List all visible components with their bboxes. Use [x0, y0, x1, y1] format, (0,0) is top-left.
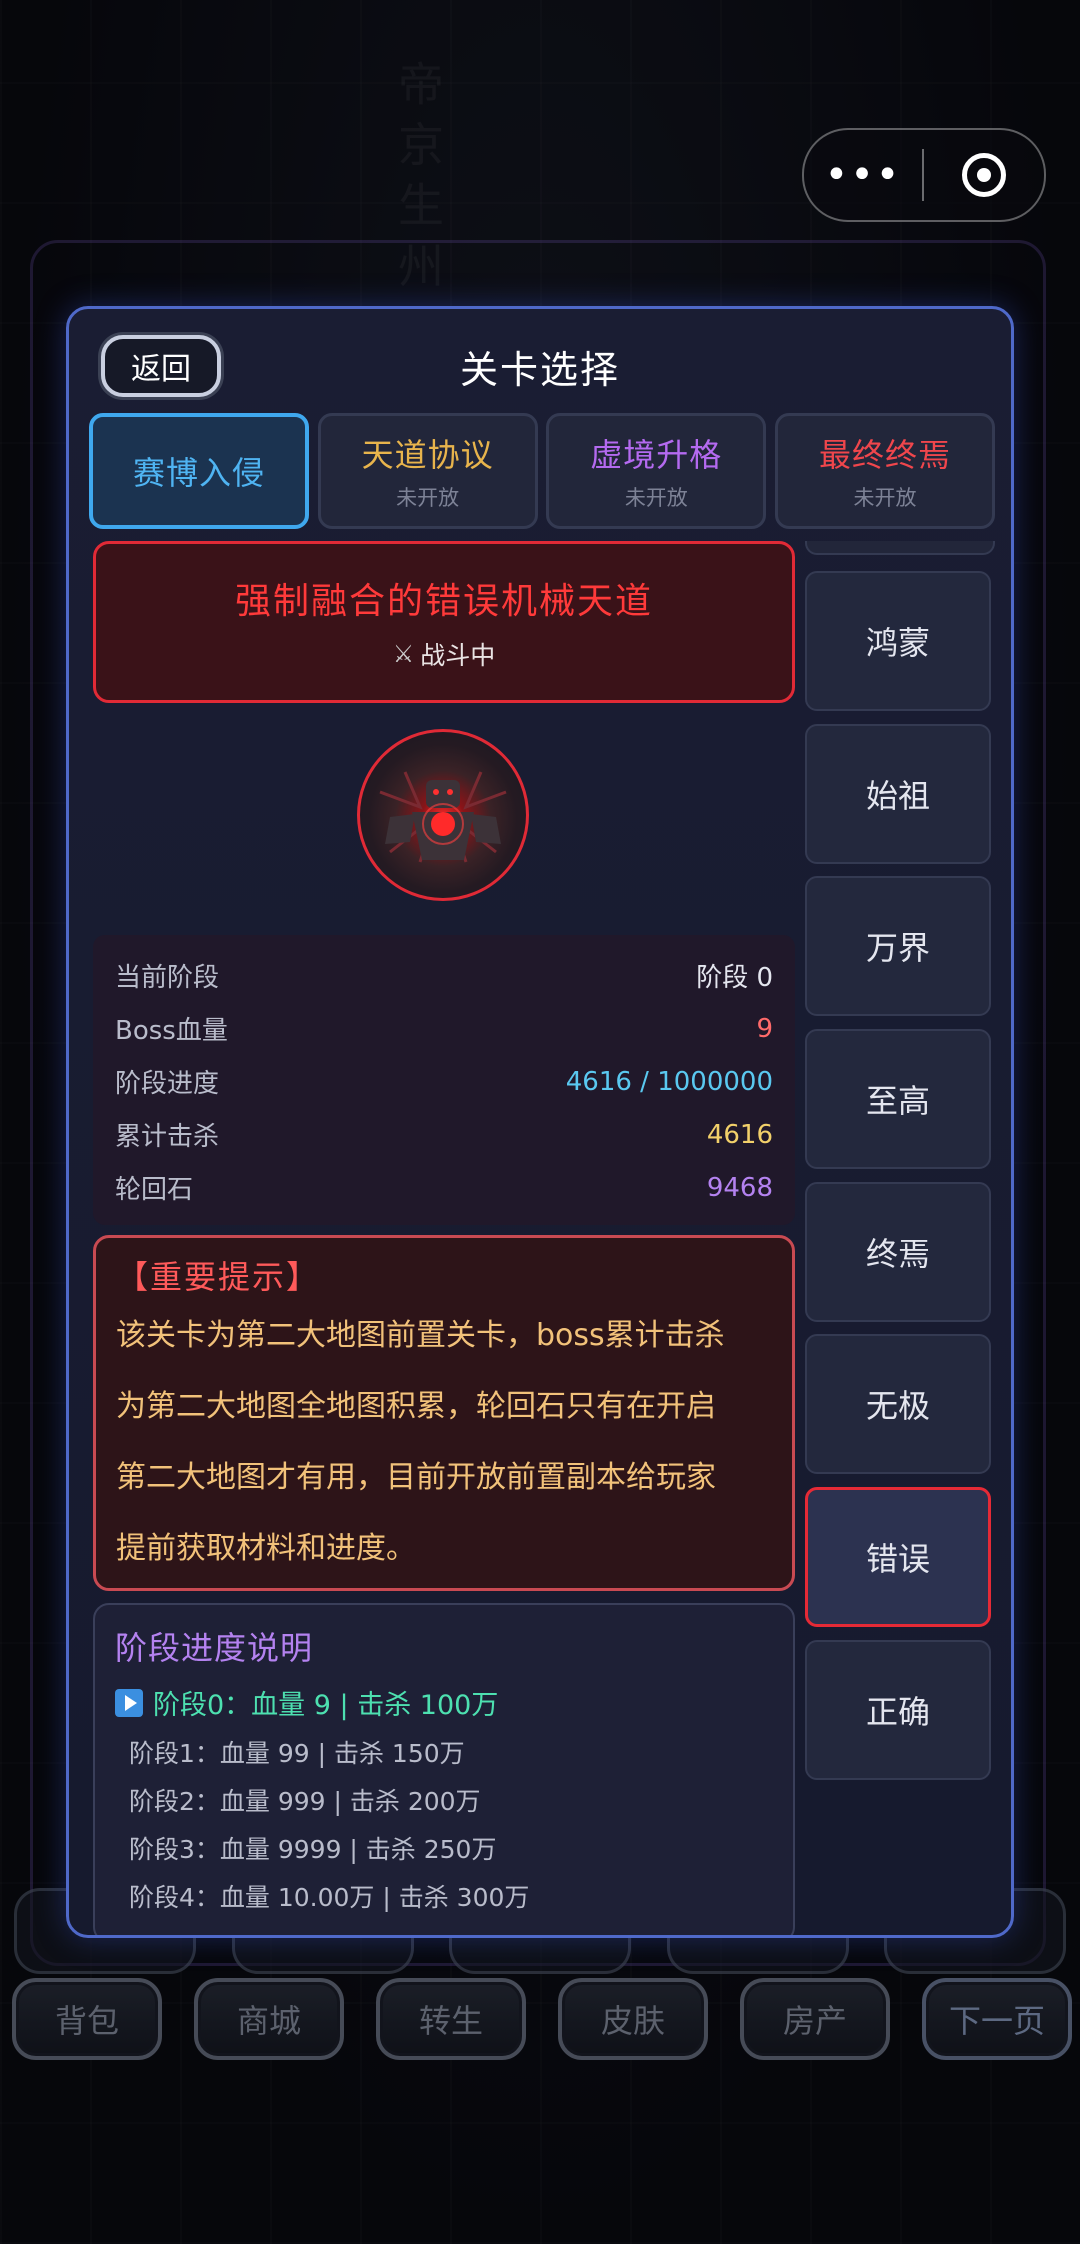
stat-current-stage: 当前阶段 阶段 0	[115, 949, 773, 1002]
stat-boss-hp: Boss血量 9	[115, 1002, 773, 1055]
tab-label: 赛博入侵	[132, 454, 265, 492]
map-item-hongmeng[interactable]: 鸿蒙	[805, 571, 991, 711]
map-list[interactable]: 鸿蒙 始祖 万界 至高 终焉 无极 错误 正确	[805, 541, 995, 1935]
miniprogram-capsule: •••	[802, 128, 1046, 222]
tab-label: 虚境升格	[590, 436, 723, 474]
boss-name: 强制融合的错误机械天道	[234, 581, 653, 622]
notice-title: 【重要提示】	[116, 1258, 321, 1296]
tab-cyber-invasion[interactable]: 赛博入侵	[89, 413, 309, 529]
crossed-swords-icon: ⚔	[392, 640, 415, 668]
stat-label: 累计击杀	[115, 1122, 220, 1152]
stat-value: 9	[756, 1013, 773, 1044]
notice-line: 提前获取材料和进度。	[116, 1531, 416, 1566]
phase-current: 阶段0：血量 9 | 击杀 100万	[115, 1683, 773, 1722]
phase-line: 阶段3：血量 9999 | 击杀 250万	[129, 1835, 497, 1864]
boss-stats-panel: 当前阶段 阶段 0 Boss血量 9 阶段进度 4616 / 1000000 累…	[93, 935, 795, 1225]
boss-status: ⚔ 战斗中	[393, 636, 496, 672]
map-item-wanjie[interactable]: 万界	[805, 876, 991, 1016]
boss-banner: 强制融合的错误机械天道 ⚔ 战斗中	[93, 541, 795, 703]
map-item-zhengque[interactable]: 正确	[805, 1640, 991, 1780]
stat-value: 4616 / 1000000	[565, 1066, 773, 1097]
chapter-tabs: 赛博入侵 天道协议 未开放 虚境升格 未开放 最终终焉 未开放	[89, 413, 995, 529]
phase-current-text: 阶段0：血量 9 | 击杀 100万	[153, 1690, 499, 1721]
boss-status-text: 战斗中	[420, 641, 496, 670]
map-item-shizu[interactable]: 始祖	[805, 724, 991, 864]
phase-line: 阶段4：血量 10.00万 | 击杀 300万	[129, 1883, 530, 1912]
stat-label: 阶段进度	[115, 1069, 220, 1099]
tab-heaven-protocol[interactable]: 天道协议 未开放	[317, 413, 538, 529]
stat-stage-progress: 阶段进度 4616 / 1000000	[115, 1055, 773, 1108]
tab-locked-label: 未开放	[853, 486, 917, 510]
close-miniprogram-button[interactable]	[924, 153, 1044, 197]
tab-label: 天道协议	[361, 436, 494, 474]
stat-total-kills: 累计击杀 4616	[115, 1108, 773, 1161]
tab-label: 最终终焉	[818, 436, 951, 474]
notice-line: 为第二大地图全地图积累，轮回石只有在开启	[116, 1389, 716, 1424]
stat-samsara-stone: 轮回石 9468	[115, 1161, 773, 1214]
notice-line: 第二大地图才有用，目前开放前置副本给玩家	[116, 1460, 716, 1495]
notice-line: 该关卡为第二大地图前置关卡，boss累计击杀	[116, 1318, 725, 1353]
dialog-title: 关卡选择	[459, 348, 620, 392]
tab-locked-label: 未开放	[624, 486, 688, 510]
map-item-partial	[805, 541, 995, 555]
stat-value: 阶段 0	[696, 963, 773, 993]
play-icon	[115, 1688, 143, 1717]
stage-progress-description[interactable]: 阶段进度说明 阶段0：血量 9 | 击杀 100万 阶段1：血量 99 | 击杀…	[93, 1603, 795, 1935]
level-select-dialog: 返回 关卡选择 赛博入侵 天道协议 未开放 虚境升格 未开放 最终终焉 未开放 …	[66, 306, 1014, 1938]
tab-final-end[interactable]: 最终终焉 未开放	[774, 413, 995, 529]
boss-portrait[interactable]	[357, 729, 529, 901]
stat-value: 4616	[706, 1119, 773, 1150]
map-item-zhigao[interactable]: 至高	[805, 1029, 991, 1169]
map-item-cuowu[interactable]: 错误	[805, 1487, 991, 1627]
map-item-wuji[interactable]: 无极	[805, 1334, 991, 1474]
important-notice: 【重要提示】 该关卡为第二大地图前置关卡，boss累计击杀 为第二大地图全地图积…	[93, 1235, 795, 1591]
phase-line: 阶段2：血量 999 | 击杀 200万	[129, 1787, 481, 1816]
map-item-zhongyan[interactable]: 终焉	[805, 1182, 991, 1322]
stat-label: 轮回石	[115, 1175, 194, 1205]
phase-line: 阶段1：血量 99 | 击杀 150万	[129, 1739, 465, 1768]
target-icon	[962, 153, 1006, 197]
tab-virtual-ascension[interactable]: 虚境升格 未开放	[546, 413, 767, 529]
notice-body: 该关卡为第二大地图前置关卡，boss累计击杀 为第二大地图全地图积累，轮回石只有…	[116, 1300, 772, 1584]
stat-label: Boss血量	[115, 1016, 228, 1046]
phase-title: 阶段进度说明	[115, 1629, 314, 1667]
more-menu-icon[interactable]: •••	[804, 130, 922, 220]
stat-value: 9468	[706, 1172, 773, 1203]
tab-locked-label: 未开放	[396, 486, 460, 510]
mech-boss-image	[379, 771, 507, 863]
stat-label: 当前阶段	[115, 963, 220, 993]
